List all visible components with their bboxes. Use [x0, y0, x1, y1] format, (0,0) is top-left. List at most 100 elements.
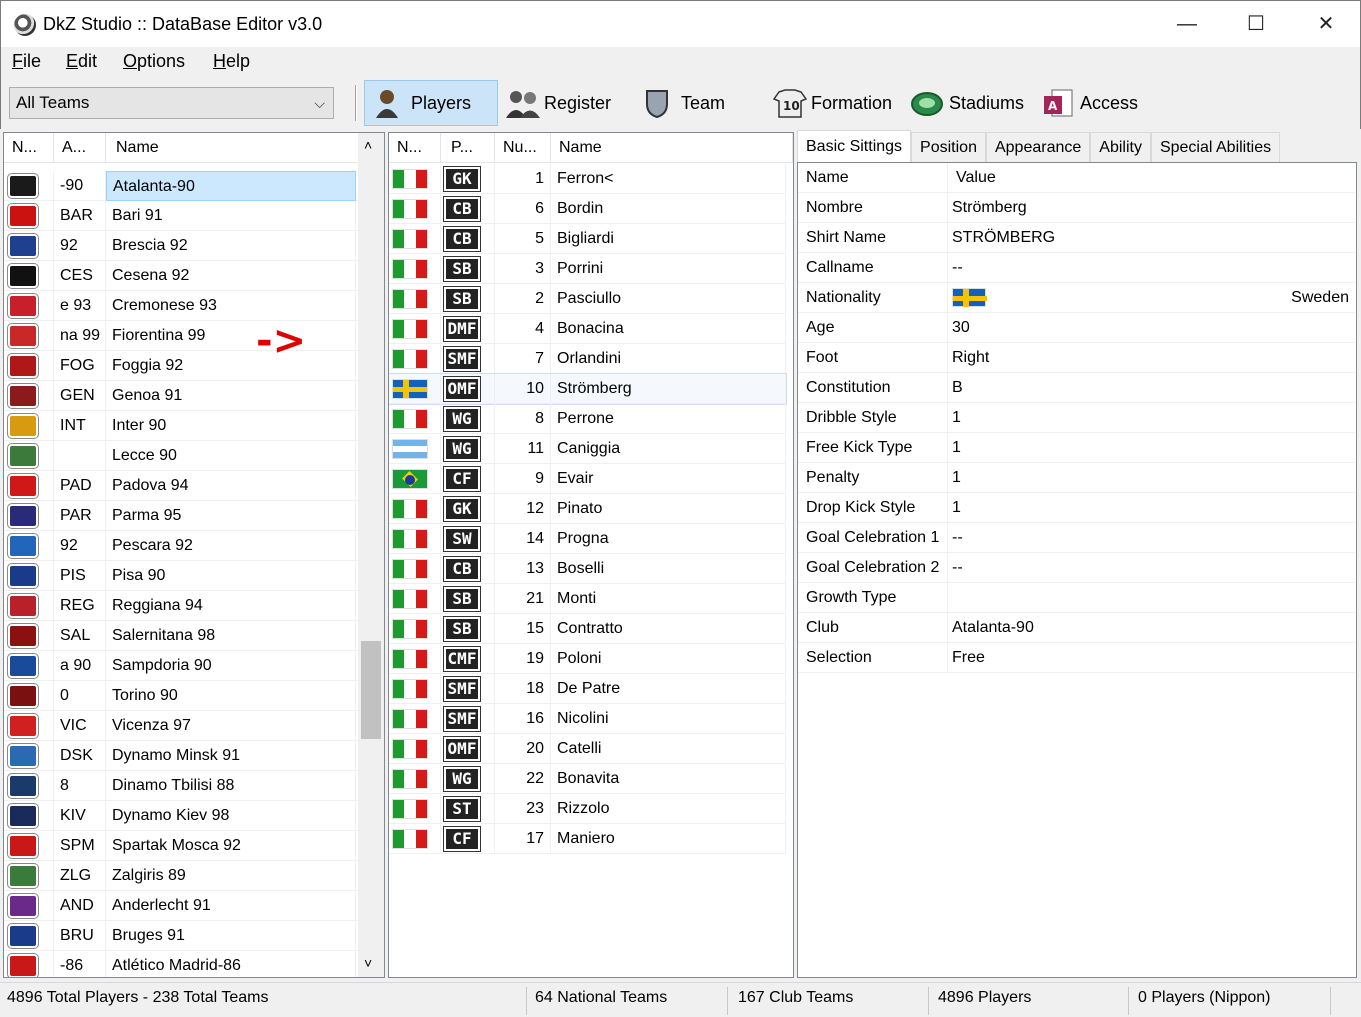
team-row[interactable]: 92 Pescara 92: [4, 530, 360, 561]
player-row[interactable]: GK 1 Ferron<: [389, 163, 786, 194]
player-row[interactable]: CF 17 Maniero: [389, 823, 786, 854]
player-row[interactable]: ST 23 Rizzolo: [389, 793, 786, 824]
tab-position[interactable]: Position: [911, 132, 986, 162]
player-row[interactable]: SW 14 Progna: [389, 523, 786, 554]
detail-value[interactable]: 1: [948, 433, 1355, 463]
detail-value[interactable]: 1: [948, 493, 1355, 523]
stadiums-button[interactable]: Stadiums: [903, 80, 1032, 126]
detail-row[interactable]: Nombre Strömberg: [798, 193, 1355, 223]
detail-row[interactable]: Drop Kick Style 1: [798, 493, 1355, 523]
detail-value[interactable]: 30: [948, 313, 1355, 343]
detail-value[interactable]: --: [948, 253, 1355, 283]
col-position[interactable]: P...: [441, 133, 495, 163]
minimize-button[interactable]: —: [1153, 1, 1221, 48]
player-row[interactable]: OMF 10 Strömberg: [389, 373, 787, 405]
detail-row[interactable]: Constitution B: [798, 373, 1355, 403]
detail-row[interactable]: Callname --: [798, 253, 1355, 283]
col-nation[interactable]: N...: [389, 133, 441, 163]
scroll-thumb[interactable]: [361, 641, 381, 739]
player-row[interactable]: CB 5 Bigliardi: [389, 223, 786, 254]
detail-row[interactable]: Dribble Style 1: [798, 403, 1355, 433]
player-row[interactable]: CF 9 Evair: [389, 463, 786, 494]
detail-value[interactable]: 1: [948, 403, 1355, 433]
player-row[interactable]: SB 15 Contratto: [389, 613, 786, 644]
team-row[interactable]: FOG Foggia 92: [4, 350, 360, 381]
team-button[interactable]: Team: [635, 80, 733, 126]
menu-file[interactable]: File: [12, 51, 41, 72]
player-row[interactable]: SMF 7 Orlandini: [389, 343, 786, 374]
tab-basic-sittings[interactable]: Basic Sittings: [797, 130, 912, 162]
col-abbr[interactable]: A...: [54, 133, 106, 163]
detail-value[interactable]: Free: [948, 643, 1355, 673]
detail-row[interactable]: Goal Celebration 2 --: [798, 553, 1355, 583]
team-row[interactable]: -90 Atalanta-90: [4, 170, 360, 201]
player-row[interactable]: SMF 16 Nicolini: [389, 703, 786, 734]
team-row[interactable]: SAL Salernitana 98: [4, 620, 360, 651]
team-row[interactable]: GEN Genoa 91: [4, 380, 360, 411]
team-row[interactable]: 8 Dinamo Tbilisi 88: [4, 770, 360, 801]
formation-button[interactable]: 10 Formation: [765, 80, 900, 126]
player-row[interactable]: WG 8 Perrone: [389, 403, 786, 434]
player-row[interactable]: SB 2 Pasciullo: [389, 283, 786, 314]
team-row[interactable]: 92 Brescia 92: [4, 230, 360, 261]
detail-value[interactable]: 1: [948, 463, 1355, 493]
detail-value[interactable]: Sweden: [948, 283, 1355, 313]
teams-scrollbar[interactable]: ˄ ˅: [358, 133, 384, 977]
player-row[interactable]: GK 12 Pinato: [389, 493, 786, 524]
detail-value[interactable]: B: [948, 373, 1355, 403]
detail-value[interactable]: Right: [948, 343, 1355, 373]
register-button[interactable]: Register: [498, 80, 619, 126]
team-row[interactable]: e 93 Cremonese 93: [4, 290, 360, 321]
access-button[interactable]: A Access: [1034, 80, 1146, 126]
detail-row[interactable]: Club Atalanta-90: [798, 613, 1355, 643]
team-row[interactable]: a 90 Sampdoria 90: [4, 650, 360, 681]
player-row[interactable]: SB 21 Monti: [389, 583, 786, 614]
menu-options[interactable]: Options: [123, 51, 185, 72]
team-row[interactable]: na 99 Fiorentina 99: [4, 320, 360, 351]
team-row[interactable]: BRU Bruges 91: [4, 920, 360, 951]
player-row[interactable]: WG 11 Caniggia: [389, 433, 786, 464]
detail-value[interactable]: --: [948, 553, 1355, 583]
scroll-down-icon[interactable]: ˅: [364, 955, 372, 971]
team-filter-dropdown[interactable]: All Teams ⌵: [9, 87, 334, 119]
players-button[interactable]: Players: [364, 80, 498, 126]
detail-row[interactable]: Selection Free: [798, 643, 1355, 673]
scroll-up-icon[interactable]: ˄: [364, 137, 372, 153]
col-team-name[interactable]: Name: [106, 133, 360, 163]
tab-special-abilities[interactable]: Special Abilities: [1150, 132, 1281, 162]
col-number[interactable]: Nu...: [495, 133, 551, 163]
detail-row[interactable]: Penalty 1: [798, 463, 1355, 493]
detail-row[interactable]: Shirt Name STRÖMBERG: [798, 223, 1355, 253]
team-row[interactable]: PAR Parma 95: [4, 500, 360, 531]
team-row[interactable]: KIV Dynamo Kiev 98: [4, 800, 360, 831]
team-row[interactable]: AND Anderlecht 91: [4, 890, 360, 921]
detail-value[interactable]: Strömberg: [948, 193, 1355, 223]
detail-row[interactable]: Foot Right: [798, 343, 1355, 373]
menu-help[interactable]: Help: [213, 51, 250, 72]
team-row[interactable]: INT Inter 90: [4, 410, 360, 441]
player-row[interactable]: SB 3 Porrini: [389, 253, 786, 284]
maximize-button[interactable]: ☐: [1222, 1, 1290, 48]
team-row[interactable]: DSK Dynamo Minsk 91: [4, 740, 360, 771]
player-row[interactable]: CB 6 Bordin: [389, 193, 786, 224]
detail-value[interactable]: [948, 583, 1355, 613]
close-button[interactable]: ✕: [1292, 1, 1360, 48]
team-row[interactable]: REG Reggiana 94: [4, 590, 360, 621]
player-row[interactable]: DMF 4 Bonacina: [389, 313, 786, 344]
player-row[interactable]: SMF 18 De Patre: [389, 673, 786, 704]
team-row[interactable]: BAR Bari 91: [4, 200, 360, 231]
col-crest[interactable]: N...: [4, 133, 54, 163]
detail-value[interactable]: Atalanta-90: [948, 613, 1355, 643]
team-row[interactable]: PAD Padova 94: [4, 470, 360, 501]
team-row[interactable]: -86 Atlético Madrid-86: [4, 950, 360, 977]
team-row[interactable]: SPM Spartak Mosca 92: [4, 830, 360, 861]
player-row[interactable]: CB 13 Boselli: [389, 553, 786, 584]
player-row[interactable]: WG 22 Bonavita: [389, 763, 786, 794]
detail-row[interactable]: Age 30: [798, 313, 1355, 343]
detail-row[interactable]: Goal Celebration 1 --: [798, 523, 1355, 553]
detail-value[interactable]: --: [948, 523, 1355, 553]
tab-appearance[interactable]: Appearance: [985, 132, 1091, 162]
team-row[interactable]: CES Cesena 92: [4, 260, 360, 291]
detail-row[interactable]: Free Kick Type 1: [798, 433, 1355, 463]
col-player-name[interactable]: Name: [551, 133, 793, 163]
